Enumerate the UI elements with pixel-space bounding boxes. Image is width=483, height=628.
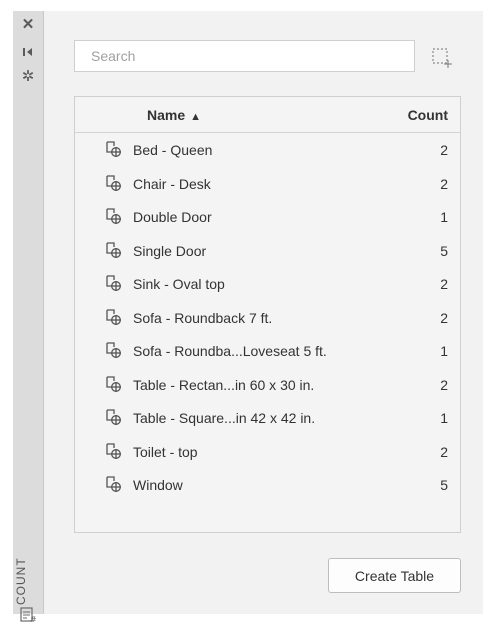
block-name: Sink - Oval top	[133, 276, 225, 292]
pin-icon[interactable]	[13, 45, 43, 61]
block-count: 2	[440, 142, 448, 158]
list-item[interactable]: Toilet - top 2	[75, 435, 460, 469]
block-name: Sofa - Roundba...Loveseat 5 ft.	[133, 343, 327, 359]
block-count: 1	[440, 209, 448, 225]
block-count: 1	[440, 343, 448, 359]
block-icon	[105, 241, 122, 259]
palette-sidebar: ✕ ✲ COUNT #	[13, 11, 44, 624]
list-item[interactable]: Chair - Desk 2	[75, 167, 460, 201]
svg-text:#: #	[30, 615, 36, 623]
block-icon	[105, 442, 122, 460]
search-input[interactable]	[74, 40, 415, 72]
block-icon	[105, 476, 122, 493]
list-item[interactable]: Sink - Oval top 2	[75, 267, 460, 301]
palette-title: COUNT	[14, 557, 28, 605]
block-name: Bed - Queen	[133, 142, 213, 158]
list-item[interactable]: Sofa - Roundback 7 ft. 2	[75, 301, 460, 335]
block-icon	[105, 275, 122, 292]
block-name: Table - Square...in 42 x 42 in.	[133, 410, 316, 426]
block-name: Toilet - top	[133, 443, 198, 460]
list-item[interactable]: Single Door 5	[75, 234, 460, 268]
block-name: Window	[133, 477, 183, 493]
table-icon: #	[20, 607, 37, 628]
create-table-button[interactable]: Create Table	[328, 558, 461, 593]
close-icon[interactable]: ✕	[13, 17, 43, 32]
block-icon	[105, 208, 122, 225]
block-name: Table - Rectan...in 60 x 30 in.	[133, 376, 315, 393]
list-item[interactable]: Window 5	[75, 468, 460, 502]
block-icon	[105, 375, 122, 393]
list-item[interactable]: Table - Square...in 42 x 42 in. 1	[75, 401, 460, 435]
name-header-label: Name	[147, 107, 186, 123]
block-count: 2	[440, 443, 448, 460]
count-panel: Name ▲ Count Bed - Queen 2 Chair - Desk 2 Dou…	[44, 11, 483, 614]
block-icon	[105, 409, 122, 426]
block-icon	[105, 174, 122, 192]
name-column-header[interactable]: Name ▲	[147, 107, 201, 123]
block-count: 2	[440, 276, 448, 292]
select-objects-icon[interactable]	[430, 46, 454, 70]
block-icon	[105, 342, 122, 359]
list-item[interactable]: Double Door 1	[75, 200, 460, 234]
block-count: 2	[440, 175, 448, 192]
block-icon	[105, 308, 122, 326]
list-header: Name ▲ Count	[75, 97, 460, 133]
block-count: 2	[440, 376, 448, 393]
count-list: Name ▲ Count Bed - Queen 2 Chair - Desk 2 Dou…	[74, 96, 461, 533]
list-item[interactable]: Bed - Queen 2	[75, 133, 460, 167]
block-count: 2	[440, 309, 448, 326]
block-count: 1	[440, 410, 448, 426]
sort-ascending-icon: ▲	[190, 111, 202, 123]
block-name: Double Door	[133, 209, 212, 225]
gear-icon[interactable]: ✲	[13, 69, 43, 84]
block-count: 5	[440, 242, 448, 259]
list-rows: Bed - Queen 2 Chair - Desk 2 Double Door 1 Sin…	[75, 133, 460, 502]
block-count: 5	[440, 477, 448, 493]
block-name: Chair - Desk	[133, 175, 211, 192]
list-item[interactable]: Table - Rectan...in 60 x 30 in. 2	[75, 368, 460, 402]
count-column-header[interactable]: Count	[408, 107, 448, 123]
block-name: Single Door	[133, 242, 207, 259]
list-item[interactable]: Sofa - Roundba...Loveseat 5 ft. 1	[75, 334, 460, 368]
block-icon	[105, 141, 122, 158]
block-name: Sofa - Roundback 7 ft.	[133, 309, 273, 326]
